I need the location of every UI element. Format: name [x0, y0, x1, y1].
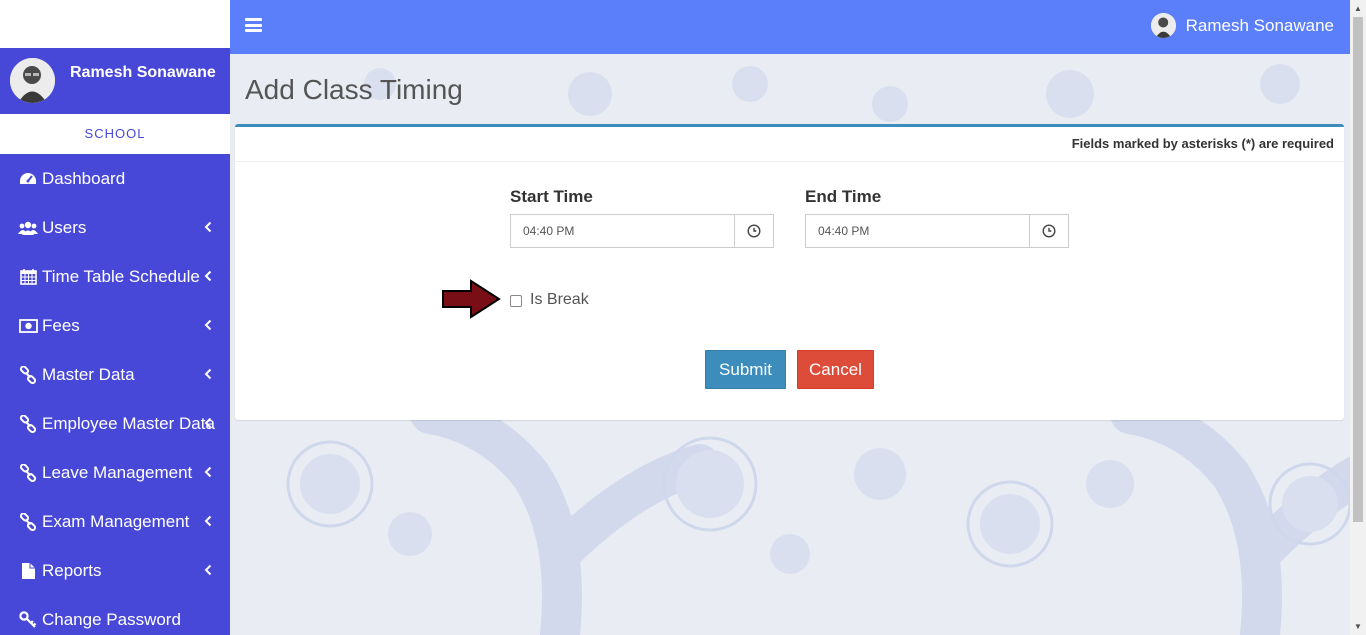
sidebar-item-master-data[interactable]: Master Data	[0, 350, 230, 399]
sidebar-item-users[interactable]: Users	[0, 203, 230, 252]
clock-icon[interactable]	[1029, 215, 1068, 247]
sidebar-item-reports[interactable]: Reports	[0, 546, 230, 595]
key-icon	[18, 610, 38, 630]
cancel-button[interactable]: Cancel	[797, 350, 874, 389]
calendar-icon	[18, 267, 38, 287]
chevron-left-icon[interactable]	[204, 465, 212, 481]
link-icon	[18, 365, 38, 385]
sidebar-item-leave-management[interactable]: Leave Management	[0, 448, 230, 497]
sidebar-item-label: Dashboard	[42, 168, 126, 188]
annotation-arrow-icon	[442, 279, 501, 319]
dashboard-icon	[18, 169, 38, 189]
is-break-label[interactable]: Is Break	[530, 291, 589, 309]
chevron-left-icon[interactable]	[204, 269, 212, 285]
sidebar-item-label: Employee Master Data	[42, 413, 215, 433]
school-label: SCHOOL	[0, 114, 230, 154]
page-title: Add Class Timing	[245, 74, 463, 105]
scroll-down-icon[interactable]: ▼	[1354, 622, 1362, 631]
user-panel: Ramesh Sonawane	[0, 48, 230, 114]
logo-area	[0, 0, 230, 48]
chevron-left-icon[interactable]	[204, 563, 212, 579]
is-break-checkbox[interactable]	[510, 295, 522, 307]
submit-button[interactable]: Submit	[705, 350, 786, 389]
required-fields-note: Fields marked by asterisks (*) are requi…	[235, 127, 1344, 162]
sidebar-item-exam-management[interactable]: Exam Management	[0, 497, 230, 546]
link-icon	[18, 463, 38, 483]
link-icon	[18, 414, 38, 434]
header-user-name: Ramesh Sonawane	[1185, 15, 1334, 35]
sidebar-item-label: Fees	[42, 315, 80, 335]
user-menu[interactable]: Ramesh Sonawane	[1150, 13, 1334, 38]
sidebar-item-label: Leave Management	[42, 462, 193, 482]
chevron-left-icon[interactable]	[204, 367, 212, 383]
end-time-label: End Time	[805, 187, 882, 206]
page-scrollbar[interactable]: ▲ ▼	[1350, 0, 1366, 635]
end-time-value[interactable]: 04:40 PM	[806, 215, 1029, 247]
sidebar-item-label: Change Password	[42, 609, 181, 629]
chevron-left-icon[interactable]	[204, 514, 212, 530]
sidebar-item-employee-master-data[interactable]: Employee Master Data	[0, 399, 230, 448]
avatar	[10, 58, 55, 103]
sidebar-item-label: Users	[42, 217, 87, 237]
sidebar-item-dashboard[interactable]: Dashboard	[0, 154, 230, 203]
sidebar-user-name: Ramesh Sonawane	[70, 64, 216, 81]
form-box: Fields marked by asterisks (*) are requi…	[235, 124, 1344, 420]
start-time-field[interactable]: 04:40 PM	[510, 214, 774, 248]
sidebar-item-label: Master Data	[42, 364, 135, 384]
menu-toggle-icon[interactable]	[245, 18, 262, 32]
file-icon	[18, 561, 38, 581]
sidebar-item-label: Exam Management	[42, 511, 190, 531]
main-content: Add Class Timing Fields marked by asteri…	[230, 54, 1350, 635]
money-icon	[18, 316, 38, 336]
clock-icon[interactable]	[734, 215, 773, 247]
chevron-left-icon[interactable]	[204, 220, 212, 236]
scroll-up-icon[interactable]: ▲	[1354, 4, 1362, 13]
sidebar-menu: Dashboard Users Time Table Schedule Fees Mas…	[0, 154, 230, 635]
scrollbar-thumb[interactable]	[1353, 17, 1363, 522]
chevron-left-icon[interactable]	[204, 416, 212, 432]
sidebar: Ramesh Sonawane SCHOOL Dashboard Users Tim…	[0, 0, 230, 635]
sidebar-item-change-password[interactable]: Change Password	[0, 595, 230, 635]
sidebar-item-label: Reports	[42, 560, 102, 580]
users-icon	[18, 218, 38, 238]
sidebar-item-fees[interactable]: Fees	[0, 301, 230, 350]
sidebar-item-time-table-schedule[interactable]: Time Table Schedule	[0, 252, 230, 301]
start-time-label: Start Time	[510, 187, 593, 206]
sidebar-item-label: Time Table Schedule	[42, 266, 200, 286]
chevron-left-icon[interactable]	[204, 318, 212, 334]
start-time-value[interactable]: 04:40 PM	[511, 215, 734, 247]
avatar	[1150, 13, 1176, 38]
link-icon	[18, 512, 38, 532]
end-time-field[interactable]: 04:40 PM	[805, 214, 1069, 248]
top-navbar: Ramesh Sonawane	[230, 0, 1350, 54]
